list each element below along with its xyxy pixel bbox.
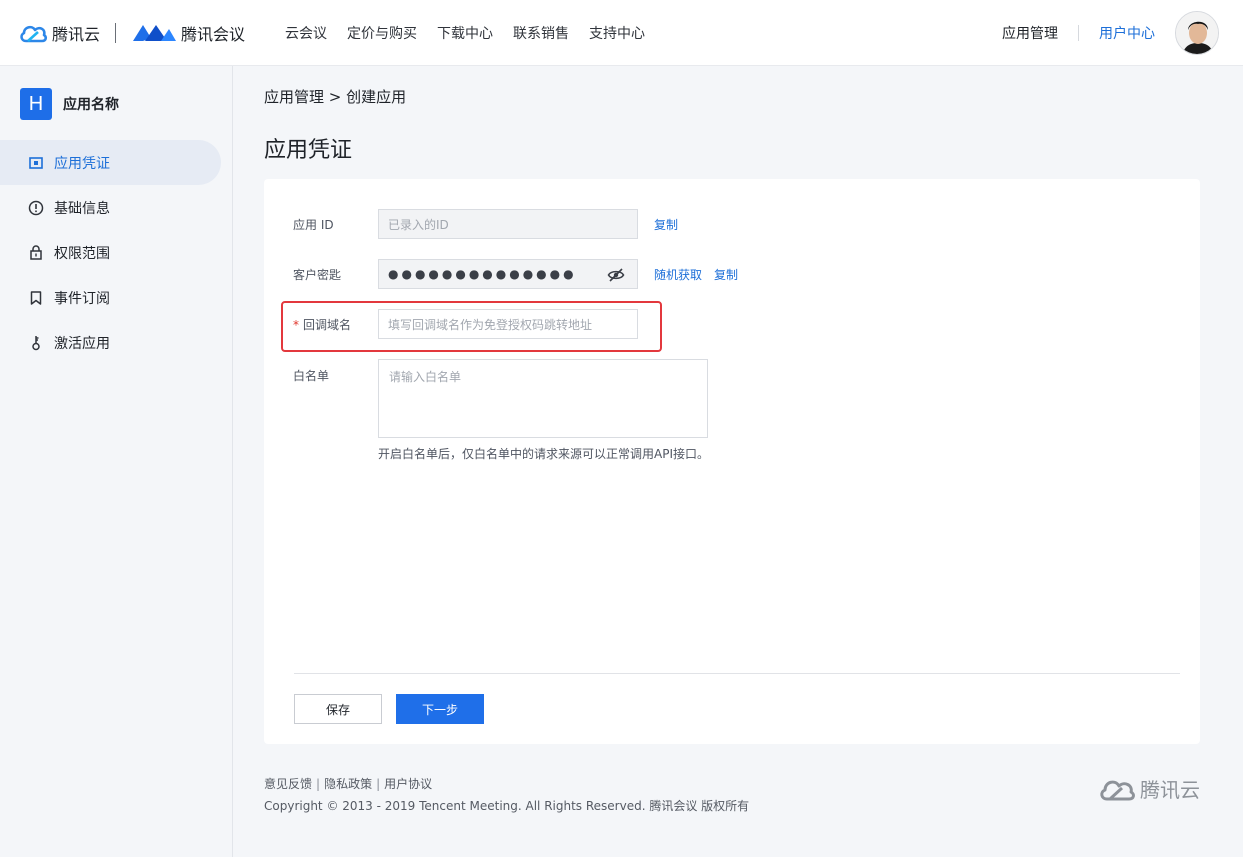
sidebar-item-label: 应用凭证 <box>54 155 110 172</box>
save-button[interactable]: 保存 <box>294 694 382 724</box>
app-badge: H <box>20 88 52 120</box>
app-id-input[interactable]: 已录入的ID <box>378 209 638 239</box>
sidebar-item-basic-info[interactable]: 基础信息 <box>0 185 221 230</box>
nav-cloud-meeting[interactable]: 云会议 <box>285 23 327 43</box>
sidebar-item-activate-app[interactable]: 激活应用 <box>0 320 221 365</box>
random-generate-button[interactable]: 随机获取 <box>654 266 702 283</box>
sidebar-item-label: 激活应用 <box>54 335 110 352</box>
copyright: Copyright © 2013 - 2019 Tencent Meeting.… <box>264 799 750 813</box>
bookmark-icon <box>28 290 44 306</box>
nav-pricing[interactable]: 定价与购买 <box>347 23 417 43</box>
next-step-button[interactable]: 下一步 <box>396 694 484 724</box>
whitelist-hint: 开启白名单后，仅白名单中的请求来源可以正常调用API接口。 <box>378 447 709 461</box>
brand[interactable]: 腾讯云 腾讯会议 <box>18 21 245 45</box>
footer-terms-link[interactable]: 用户协议 <box>384 777 432 791</box>
sidebar-item-label: 权限范围 <box>54 245 110 262</box>
footer-brand-text: 腾讯云 <box>1140 778 1200 802</box>
callback-domain-label: * 回调域名 <box>293 316 351 333</box>
avatar[interactable] <box>1175 11 1219 55</box>
sidebar: H 应用名称 应用凭证 基础信息 权限范围 事件订阅 激活应用 <box>0 66 233 857</box>
user-center-link[interactable]: 用户中心 <box>1099 23 1155 43</box>
whitelist-placeholder: 请输入白名单 <box>389 370 462 384</box>
nav-download[interactable]: 下载中心 <box>437 23 493 43</box>
top-nav: 云会议 定价与购买 下载中心 联系销售 支持中心 <box>285 23 665 43</box>
lock-icon <box>28 245 44 261</box>
brand-cloud-text: 腾讯云 <box>52 24 101 44</box>
copy-secret-button[interactable]: 复制 <box>714 266 738 283</box>
eye-hidden-icon[interactable] <box>607 267 625 283</box>
key-icon <box>28 335 44 351</box>
client-secret-input[interactable]: ●●●●●●●●●●●●●● <box>378 259 638 289</box>
callback-domain-input[interactable]: 填写回调域名作为免登授权码跳转地址 <box>378 309 638 339</box>
user-avatar-icon <box>1176 12 1218 54</box>
sidebar-menu: 应用凭证 基础信息 权限范围 事件订阅 激活应用 <box>0 140 221 365</box>
callback-domain-label-text: 回调域名 <box>303 318 352 332</box>
sidebar-item-permissions[interactable]: 权限范围 <box>0 230 221 275</box>
footer-links: 意见反馈 | 隐私政策 | 用户协议 <box>264 775 432 792</box>
header-divider <box>1078 25 1079 41</box>
footer-brand: 腾讯云 <box>1098 774 1200 803</box>
footer-separator: | <box>316 777 321 791</box>
required-mark: * <box>293 318 299 332</box>
whitelist-textarea[interactable]: 请输入白名单 <box>378 359 708 438</box>
sidebar-item-credentials[interactable]: 应用凭证 <box>0 140 221 185</box>
client-secret-label: 客户密匙 <box>293 268 342 282</box>
client-secret-value: ●●●●●●●●●●●●●● <box>388 267 577 281</box>
sidebar-item-event-subscription[interactable]: 事件订阅 <box>0 275 221 320</box>
callback-domain-placeholder: 填写回调域名作为免登授权码跳转地址 <box>388 317 593 332</box>
footer-privacy-link[interactable]: 隐私政策 <box>324 777 372 791</box>
tencent-meeting-logo-icon <box>133 24 177 41</box>
app-header: H 应用名称 <box>20 88 119 120</box>
form-divider <box>294 673 1180 674</box>
tencent-cloud-logo-icon <box>20 25 48 42</box>
brand-meeting-text: 腾讯会议 <box>181 24 246 44</box>
app-name: 应用名称 <box>63 97 119 113</box>
sidebar-item-label: 基础信息 <box>54 200 110 217</box>
top-header: 腾讯云 腾讯会议 云会议 定价与购买 下载中心 联系销售 支持中心 应用管理 用… <box>0 0 1243 66</box>
header-right: 应用管理 用户中心 <box>1002 0 1219 66</box>
credential-icon <box>28 155 44 171</box>
info-icon <box>28 200 44 216</box>
sidebar-item-label: 事件订阅 <box>54 290 110 307</box>
copy-app-id-button[interactable]: 复制 <box>654 216 678 233</box>
app-manage-link[interactable]: 应用管理 <box>1002 23 1058 43</box>
nav-contact-sales[interactable]: 联系销售 <box>513 23 569 43</box>
brand-divider <box>115 22 117 43</box>
nav-support[interactable]: 支持中心 <box>589 23 645 43</box>
footer-separator: | <box>376 777 381 791</box>
footer-feedback-link[interactable]: 意见反馈 <box>264 777 312 791</box>
app-id-placeholder: 已录入的ID <box>388 217 449 232</box>
page-title: 应用凭证 <box>264 138 353 163</box>
tencent-cloud-footer-icon <box>1100 780 1135 800</box>
app-id-label: 应用 ID <box>293 218 334 232</box>
breadcrumb: 应用管理 > 创建应用 <box>264 88 407 106</box>
whitelist-label: 白名单 <box>293 369 330 383</box>
